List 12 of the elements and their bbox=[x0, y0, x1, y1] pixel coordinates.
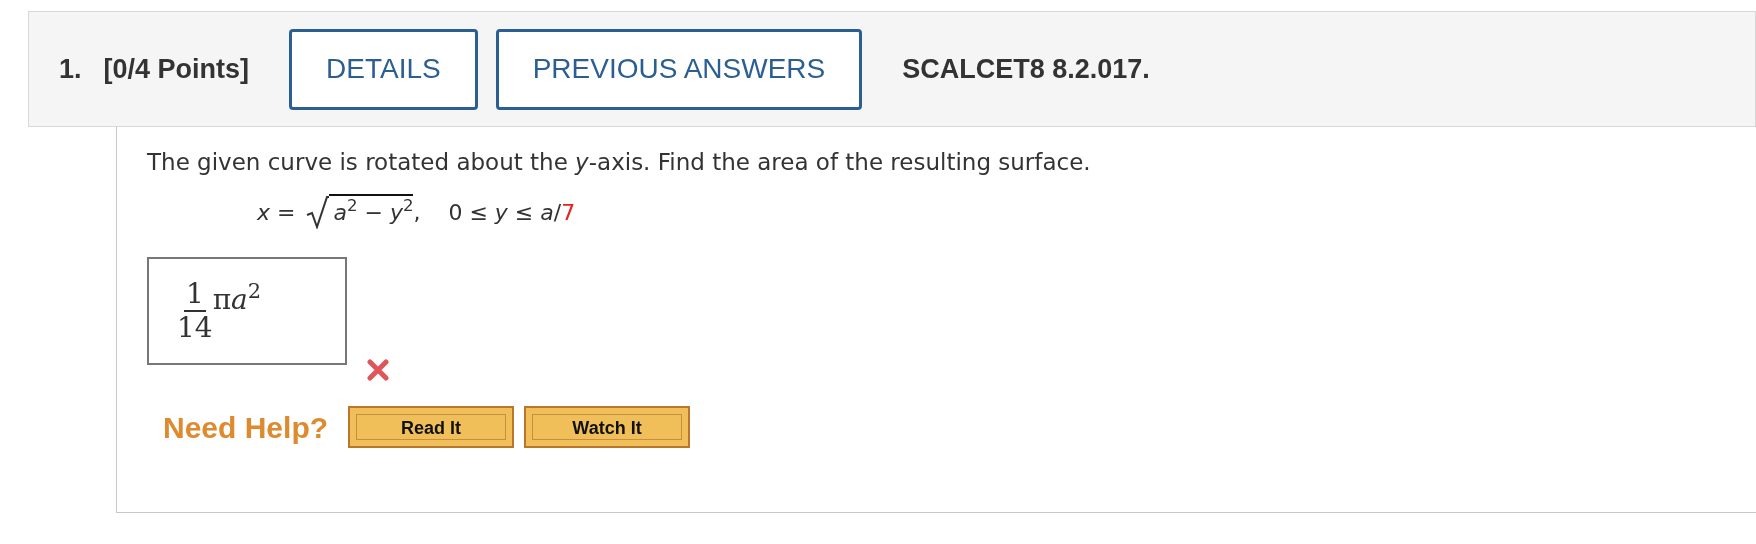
header-button[interactable]: PREVIOUS ANSWERS bbox=[495, 28, 863, 110]
points-label: [0/4 Points] bbox=[103, 52, 250, 86]
formula: x = a$^{2}$ − y$^{2}$, 0 ≤ y ≤ a/7 bbox=[257, 193, 1756, 229]
header-button[interactable]: DETAILS bbox=[289, 28, 478, 110]
question-text: The given curve is rotated about the y-axis. Find the area of the resulting surface. bbox=[147, 148, 1092, 177]
need-help-label: Need Help? bbox=[163, 409, 329, 446]
radical-sign-icon bbox=[305, 194, 330, 229]
question-number: 1. bbox=[59, 52, 82, 86]
question-source: SCALCET8 8.2.017. bbox=[902, 52, 1150, 86]
help-button[interactable]: Watch It bbox=[524, 406, 691, 448]
help-button[interactable]: Read It bbox=[348, 406, 515, 448]
answer-field[interactable]: 1 14 πa$^{2}$ bbox=[147, 256, 347, 365]
